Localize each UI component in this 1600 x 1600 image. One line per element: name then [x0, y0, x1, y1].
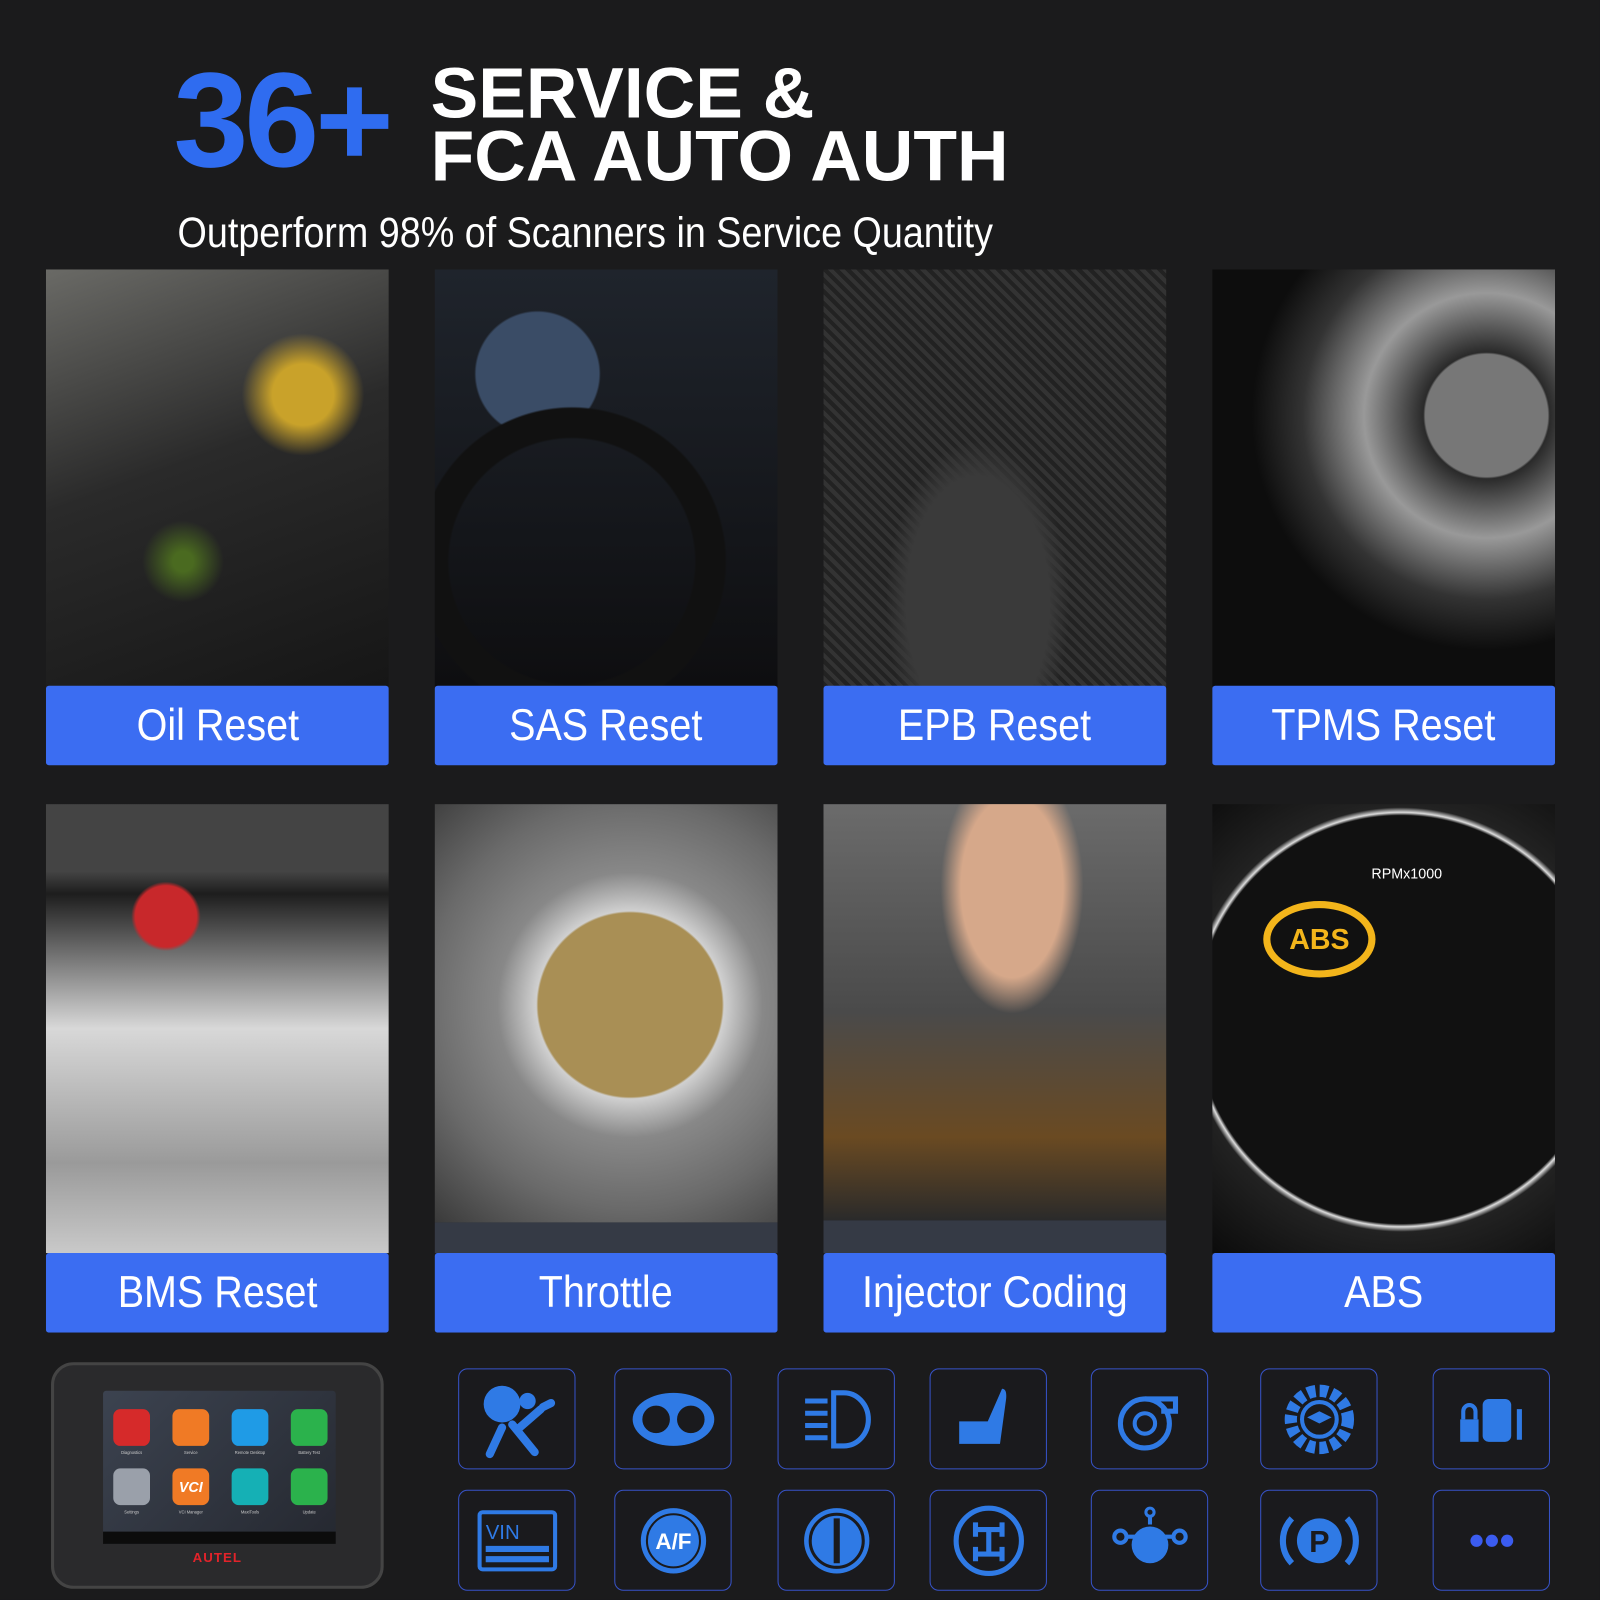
service-card-epb-reset[interactable]: EPB Reset [823, 269, 1167, 766]
app-maxitools-icon [231, 1468, 269, 1506]
more-icon [1469, 1534, 1513, 1547]
engine-lock-button[interactable] [1432, 1368, 1550, 1470]
airbag-button[interactable] [458, 1368, 576, 1470]
tablet-navbar [103, 1531, 336, 1544]
airbag-icon [483, 1385, 555, 1458]
turbo-icon [1117, 1395, 1178, 1450]
vin-text: VIN [485, 1521, 519, 1543]
bms-reset-photo [45, 804, 389, 1254]
suspension-icon [803, 1507, 869, 1573]
oil-reset-label: Oil Reset [45, 685, 389, 766]
app-label: Remote Desktop [234, 1449, 266, 1456]
service-count: 36+ [173, 44, 393, 195]
service-card-abs[interactable]: ABS RPMx1000 ABS [1212, 804, 1556, 1333]
throttle-photo-gap [434, 1222, 778, 1254]
injector-photo-gap [823, 1220, 1167, 1254]
gear-learning-button[interactable] [1260, 1368, 1378, 1470]
service-card-throttle[interactable]: Throttle [434, 804, 778, 1333]
app-label: Battery Test [298, 1449, 320, 1456]
headlight-icon [804, 1389, 871, 1448]
rpm-label: RPMx1000 [1371, 865, 1443, 882]
headlight-button[interactable] [777, 1368, 895, 1470]
injector-coding-label: Injector Coding [823, 1253, 1167, 1333]
air-fuel-icon: A/F [640, 1507, 706, 1573]
page: 36+ SERVICE & FCA AUTO AUTH Outperform 9… [0, 0, 1600, 1600]
app-update-icon [290, 1468, 328, 1506]
seat-button[interactable] [929, 1368, 1047, 1470]
parking-brake-button[interactable]: P [1260, 1489, 1378, 1591]
epb-reset-label: EPB Reset [823, 685, 1167, 766]
transfer-case-icon [953, 1505, 1024, 1576]
tpms-reset-label: TPMS Reset [1212, 685, 1556, 766]
app-label: Settings [124, 1509, 139, 1515]
abs-label: ABS [1212, 1253, 1556, 1333]
suspension-button[interactable] [777, 1489, 895, 1591]
air-fuel-button[interactable]: A/F [614, 1489, 732, 1591]
sas-reset-label: SAS Reset [434, 685, 778, 766]
bms-reset-label: BMS Reset [45, 1253, 389, 1333]
abs-warning-icon: ABS [1263, 901, 1376, 978]
app-diagnostics-icon [113, 1409, 150, 1446]
app-label: Update [302, 1509, 316, 1515]
tpms-reset-photo [1212, 269, 1556, 687]
gearbox-button[interactable] [1090, 1489, 1209, 1591]
autel-tablet: Diagnostics Service Remote Desktop Batte… [51, 1362, 384, 1589]
epb-reset-photo [823, 269, 1167, 687]
subtitle: Outperform 98% of Scanners in Service Qu… [177, 208, 993, 257]
service-card-injector-coding[interactable]: Injector Coding [823, 804, 1167, 1333]
instrument-cluster-button[interactable] [614, 1368, 732, 1470]
app-label: Diagnostics [121, 1449, 143, 1456]
seat-icon [958, 1388, 1006, 1444]
turbo-button[interactable] [1090, 1368, 1209, 1470]
vin-button[interactable]: VIN [458, 1489, 576, 1591]
app-battery-test-icon [290, 1409, 328, 1446]
app-remote-desktop-icon [231, 1409, 269, 1446]
oil-reset-photo [45, 269, 389, 687]
more-button[interactable] [1432, 1489, 1550, 1591]
app-label: VCI Manager [178, 1509, 203, 1515]
app-service-icon [172, 1409, 210, 1446]
service-card-bms-reset[interactable]: BMS Reset [45, 804, 389, 1333]
svg-text:A/F: A/F [655, 1528, 691, 1553]
service-card-tpms-reset[interactable]: TPMS Reset [1212, 269, 1556, 766]
title-line2: FCA AUTO AUTH [430, 116, 1009, 196]
throttle-photo [434, 804, 778, 1223]
injector-coding-photo [823, 804, 1167, 1221]
service-card-oil-reset[interactable]: Oil Reset [45, 269, 389, 766]
app-vci-manager-icon: VCI [172, 1468, 210, 1506]
engine-lock-icon [1459, 1398, 1522, 1442]
gearbox-icon [1111, 1506, 1188, 1563]
app-settings-icon [113, 1468, 150, 1506]
parking-brake-icon: P [1279, 1515, 1359, 1565]
abs-photo: ABS RPMx1000 [1212, 804, 1556, 1254]
app-label: Service [184, 1449, 198, 1456]
app-label: MaxiTools [240, 1509, 260, 1515]
throttle-label: Throttle [434, 1253, 778, 1333]
vin-icon: VIN [477, 1509, 557, 1571]
gear-learning-icon [1284, 1384, 1354, 1454]
tablet-screen: Diagnostics Service Remote Desktop Batte… [103, 1390, 336, 1544]
transfer-case-button[interactable] [929, 1489, 1047, 1591]
sas-reset-photo [434, 269, 778, 687]
service-card-sas-reset[interactable]: SAS Reset [434, 269, 778, 766]
autel-logo: AUTEL [192, 1549, 243, 1566]
instrument-cluster-icon [632, 1392, 714, 1446]
svg-text:P: P [1309, 1525, 1329, 1559]
